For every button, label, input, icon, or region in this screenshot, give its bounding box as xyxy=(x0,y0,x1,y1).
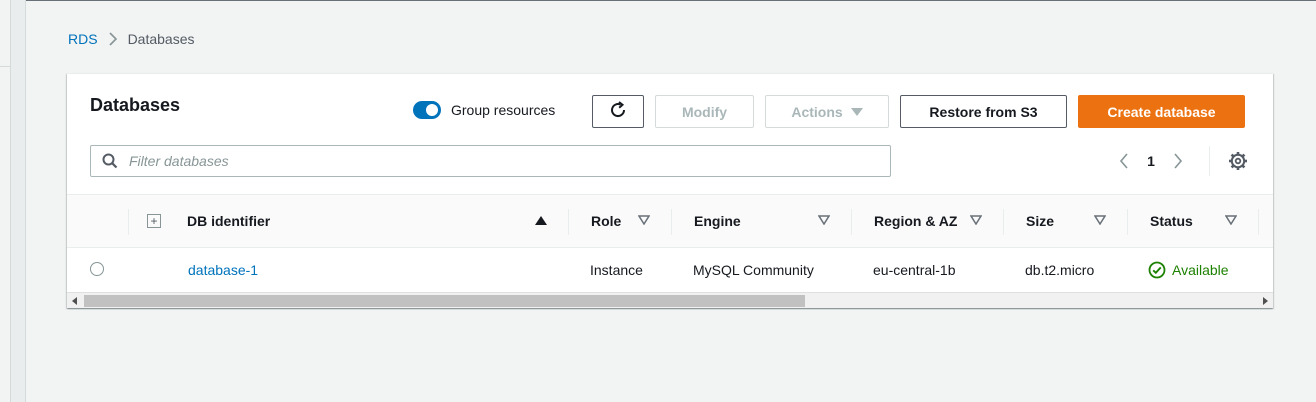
refresh-icon xyxy=(608,100,628,123)
column-header-status[interactable]: Status xyxy=(1150,195,1193,247)
column-header-role[interactable]: Role xyxy=(591,195,621,247)
next-page-icon[interactable] xyxy=(1166,150,1190,172)
pagination: 1 xyxy=(1112,150,1190,172)
cell-status: Available xyxy=(1148,248,1229,292)
header-divider xyxy=(1258,209,1259,235)
breadcrumb-rds-link[interactable]: RDS xyxy=(68,31,98,47)
caret-down-icon xyxy=(850,107,863,116)
header-divider xyxy=(128,209,129,235)
column-header-size[interactable]: Size xyxy=(1026,195,1054,247)
filter-databases-input[interactable] xyxy=(129,153,869,169)
column-header-db-identifier[interactable]: DB identifier xyxy=(187,195,270,247)
header-divider xyxy=(851,209,852,235)
header-divider xyxy=(568,209,569,235)
previous-page-icon[interactable] xyxy=(1112,150,1136,172)
actions-dropdown-button[interactable]: Actions xyxy=(765,95,889,128)
actions-label: Actions xyxy=(791,103,843,120)
column-header-region-az[interactable]: Region & AZ xyxy=(874,195,957,247)
restore-from-s3-button[interactable]: Restore from S3 xyxy=(900,95,1067,128)
expand-all-icon[interactable]: + xyxy=(147,214,161,228)
filter-field xyxy=(90,145,891,177)
scrollbar-thumb[interactable] xyxy=(84,295,805,307)
column-header-engine[interactable]: Engine xyxy=(694,195,741,247)
sort-ascending-icon[interactable] xyxy=(535,216,547,225)
databases-panel: Databases Group resources Modify Actions… xyxy=(67,73,1273,308)
header-divider xyxy=(1127,209,1128,235)
group-resources-label: Group resources xyxy=(451,102,556,118)
header-divider xyxy=(1003,209,1004,235)
table-header: + DB identifier Role Engine Region & AZ … xyxy=(67,194,1273,248)
sort-icon[interactable] xyxy=(970,215,982,225)
cell-engine: MySQL Community xyxy=(693,262,814,278)
sort-icon[interactable] xyxy=(818,215,830,225)
modify-button[interactable]: Modify xyxy=(655,95,754,128)
cell-size: db.t2.micro xyxy=(1025,262,1095,278)
cell-role: Instance xyxy=(590,262,643,278)
chevron-right-icon xyxy=(98,31,128,47)
pager-divider xyxy=(1209,146,1210,176)
status-text: Available xyxy=(1172,262,1229,278)
breadcrumb: RDS Databases xyxy=(68,31,195,47)
breadcrumb-current: Databases xyxy=(127,31,195,47)
toggle-switch[interactable] xyxy=(413,101,441,119)
status-available: Available xyxy=(1148,261,1229,279)
horizontal-scrollbar[interactable] xyxy=(67,292,1273,308)
row-select-radio[interactable] xyxy=(90,262,104,276)
check-circle-icon xyxy=(1148,261,1166,279)
cell-region: eu-central-1b xyxy=(873,262,956,278)
search-icon xyxy=(91,146,129,176)
sort-icon[interactable] xyxy=(1094,215,1106,225)
left-gutter-tick xyxy=(0,66,10,67)
left-gutter xyxy=(0,0,10,402)
db-identifier-link[interactable]: database-1 xyxy=(188,262,258,278)
current-page-number[interactable]: 1 xyxy=(1136,153,1166,169)
table-row[interactable]: database-1 Instance MySQL Community eu-c… xyxy=(67,248,1273,292)
scroll-left-icon[interactable] xyxy=(67,293,83,309)
sort-icon[interactable] xyxy=(1225,215,1237,225)
scroll-right-icon[interactable] xyxy=(1257,293,1273,309)
panel-title: Databases xyxy=(90,95,181,115)
header-divider xyxy=(671,209,672,235)
sort-icon[interactable] xyxy=(638,215,650,225)
create-database-button[interactable]: Create database xyxy=(1078,95,1245,128)
refresh-button[interactable] xyxy=(592,95,644,128)
side-navigation-rail[interactable] xyxy=(10,0,26,402)
group-resources-toggle[interactable]: Group resources xyxy=(413,101,555,119)
top-border xyxy=(0,0,1316,1)
toggle-knob xyxy=(426,104,438,116)
gear-icon[interactable] xyxy=(1227,150,1249,172)
